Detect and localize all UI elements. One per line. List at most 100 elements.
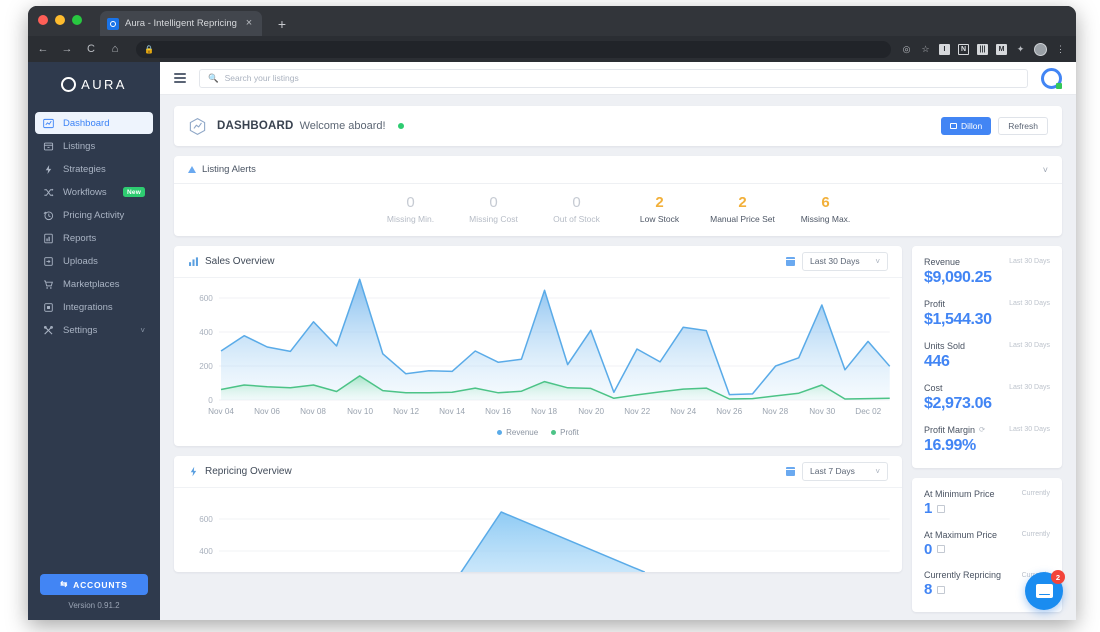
metric-units-sold: Units Sold Last 30 Days 446 (924, 341, 1050, 372)
sidebar-item-workflows[interactable]: Workflows New (35, 181, 153, 203)
alert-stat-low-stock[interactable]: 2 Low Stock (618, 194, 701, 224)
workflows-new-badge: New (123, 187, 145, 197)
sales-overview-chart[interactable]: 0 200 400 600 Nov 04 Nov 06 Nov 08 Nov 1… (174, 278, 902, 426)
scroll-content: DASHBOARD Welcome aboard! Dillon Refresh (160, 95, 1076, 620)
chevron-down-icon[interactable]: ˅ (1043, 165, 1048, 175)
repricing-overview-chart[interactable]: 600 400 (174, 488, 902, 572)
menu-kebab-icon[interactable]: ⋮ (1055, 44, 1066, 55)
metric-cost: Cost Last 30 Days $2,973.06 (924, 383, 1050, 414)
target-icon[interactable]: ◎ (901, 44, 912, 55)
svg-text:0: 0 (208, 396, 213, 405)
view-listings-icon[interactable] (936, 504, 945, 513)
legend-label-profit: Profit (560, 427, 579, 437)
address-bar[interactable]: 🔒 (136, 40, 891, 58)
alert-stat-missing-cost[interactable]: 0 Missing Cost (452, 194, 535, 224)
accounts-button[interactable]: ⇆ ACCOUNTS (40, 574, 148, 595)
minimize-window-button[interactable] (55, 15, 65, 25)
star-icon[interactable]: ☆ (920, 44, 931, 55)
calendar-icon (786, 256, 795, 266)
repricing-range-select[interactable]: Last 7 Days ˅ (802, 461, 888, 481)
sales-overview-title: Sales Overview (205, 255, 275, 267)
aura-ring-icon (61, 76, 77, 92)
new-tab-button[interactable]: + (274, 16, 290, 32)
sales-chart-legend: Revenue Profit (174, 426, 902, 446)
search-input-wrapper[interactable]: 🔍 (199, 68, 1028, 88)
sidebar-item-settings[interactable]: Settings ˅ (35, 319, 153, 341)
close-tab-icon[interactable]: × (243, 18, 255, 29)
image-extension-icon[interactable]: N (958, 43, 969, 55)
browser-window: Aura - Intelligent Repricing × + ← → C ⌂… (28, 6, 1076, 620)
sidebar-item-label: Strategies (63, 163, 106, 175)
alert-stat-out-of-stock[interactable]: 0 Out of Stock (535, 194, 618, 224)
view-listings-icon[interactable] (936, 586, 945, 595)
maximize-window-button[interactable] (72, 15, 82, 25)
sidebar-item-label: Settings (63, 324, 98, 336)
alert-stat-missing-min[interactable]: 0 Missing Min. (369, 194, 452, 224)
svg-text:Nov 22: Nov 22 (624, 407, 650, 416)
sales-range-select[interactable]: Last 30 Days ˅ (802, 251, 888, 271)
repricing-overview-title: Repricing Overview (205, 465, 292, 477)
accounts-switch-icon: ⇆ (60, 579, 69, 589)
sales-overview-column: Sales Overview Last 30 Days ˅ 0 200 400 … (174, 245, 902, 572)
metrics-column: Revenue Last 30 Days $9,090.25 Profit La… (912, 245, 1062, 612)
sidebar-item-integrations[interactable]: Integrations (35, 296, 153, 318)
shuffle-icon (43, 187, 54, 198)
sidebar-item-reports[interactable]: Reports (35, 227, 153, 249)
sidebar-item-listings[interactable]: Listings (35, 135, 153, 157)
m-extension-icon[interactable]: M (996, 43, 1007, 55)
profile-avatar-icon[interactable] (1034, 42, 1047, 56)
back-icon[interactable]: ← (36, 43, 50, 55)
metric-period: Last 30 Days (1009, 384, 1050, 392)
dashboard-row-sales: Sales Overview Last 30 Days ˅ 0 200 400 … (174, 245, 1062, 612)
metric-value: $2,973.06 (924, 394, 992, 412)
legend-item-profit[interactable]: Profit (551, 428, 579, 437)
search-input[interactable] (224, 73, 1019, 83)
metric-label: Units Sold (924, 340, 966, 351)
svg-text:Nov 06: Nov 06 (254, 407, 280, 416)
book-extension-icon[interactable]: ||| (977, 43, 988, 55)
puzzle-extension-icon[interactable]: ✦ (1015, 44, 1026, 55)
legend-item-revenue[interactable]: Revenue (497, 428, 538, 437)
home-icon[interactable]: ⌂ (108, 43, 122, 55)
svg-text:Nov 28: Nov 28 (762, 407, 788, 416)
reload-icon[interactable]: C (84, 43, 98, 55)
sidebar-item-label: Pricing Activity (63, 209, 125, 221)
sidebar-item-marketplaces[interactable]: Marketplaces (35, 273, 153, 295)
svg-text:Dec 02: Dec 02 (855, 407, 881, 416)
refresh-circle-icon[interactable]: ⟳ (979, 425, 985, 434)
chart-y-ticks: 600 400 (199, 515, 213, 556)
chat-launcher-button[interactable]: 2 (1025, 570, 1065, 610)
listing-alerts-header[interactable]: Listing Alerts ˅ (174, 156, 1062, 184)
listing-alerts-stats: 0 Missing Min. 0 Missing Cost 0 Out of S… (174, 184, 1062, 236)
close-window-button[interactable] (38, 15, 48, 25)
user-account-label: Dillon (960, 121, 983, 131)
alert-stat-value: 2 (738, 194, 747, 211)
chevron-down-icon[interactable]: ˅ (140, 326, 145, 335)
aura-brand-logo[interactable]: AURA (28, 62, 160, 101)
refresh-button[interactable]: Refresh (998, 117, 1048, 135)
metric-label: Profit (924, 298, 946, 309)
view-listings-icon[interactable] (936, 545, 945, 554)
alert-stat-manual-price-set[interactable]: 2 Manual Price Set (701, 194, 784, 224)
svg-text:Nov 04: Nov 04 (208, 407, 234, 416)
sidebar-item-uploads[interactable]: Uploads (35, 250, 153, 272)
svg-text:200: 200 (199, 362, 213, 371)
sidebar-item-dashboard[interactable]: Dashboard (35, 112, 153, 134)
status-period: Currently (1021, 490, 1050, 498)
sidebar-item-strategies[interactable]: Strategies (35, 158, 153, 180)
metric-profit-margin: Profit Margin ⟳ Last 30 Days 16.99% (924, 425, 1050, 456)
sidebar-item-pricing-activity[interactable]: Pricing Activity (35, 204, 153, 226)
user-account-button[interactable]: Dillon (940, 117, 992, 135)
alert-stat-missing-max[interactable]: 6 Missing Max. (784, 194, 867, 224)
sidebar-item-label: Uploads (63, 255, 98, 267)
chevron-down-icon: ˅ (875, 466, 880, 476)
info-extension-icon[interactable]: I (939, 43, 950, 55)
forward-icon[interactable]: → (60, 43, 74, 55)
browser-tab[interactable]: Aura - Intelligent Repricing × (100, 11, 262, 36)
aura-logo-mark-icon[interactable] (1041, 67, 1062, 89)
sales-range-picker[interactable]: Last 30 Days ˅ (786, 251, 888, 271)
sidebar-item-label: Reports (63, 232, 97, 244)
repricing-range-picker[interactable]: Last 7 Days ˅ (786, 461, 888, 481)
sidebar-toggle-icon[interactable] (174, 73, 186, 83)
svg-text:Nov 10: Nov 10 (347, 407, 373, 416)
